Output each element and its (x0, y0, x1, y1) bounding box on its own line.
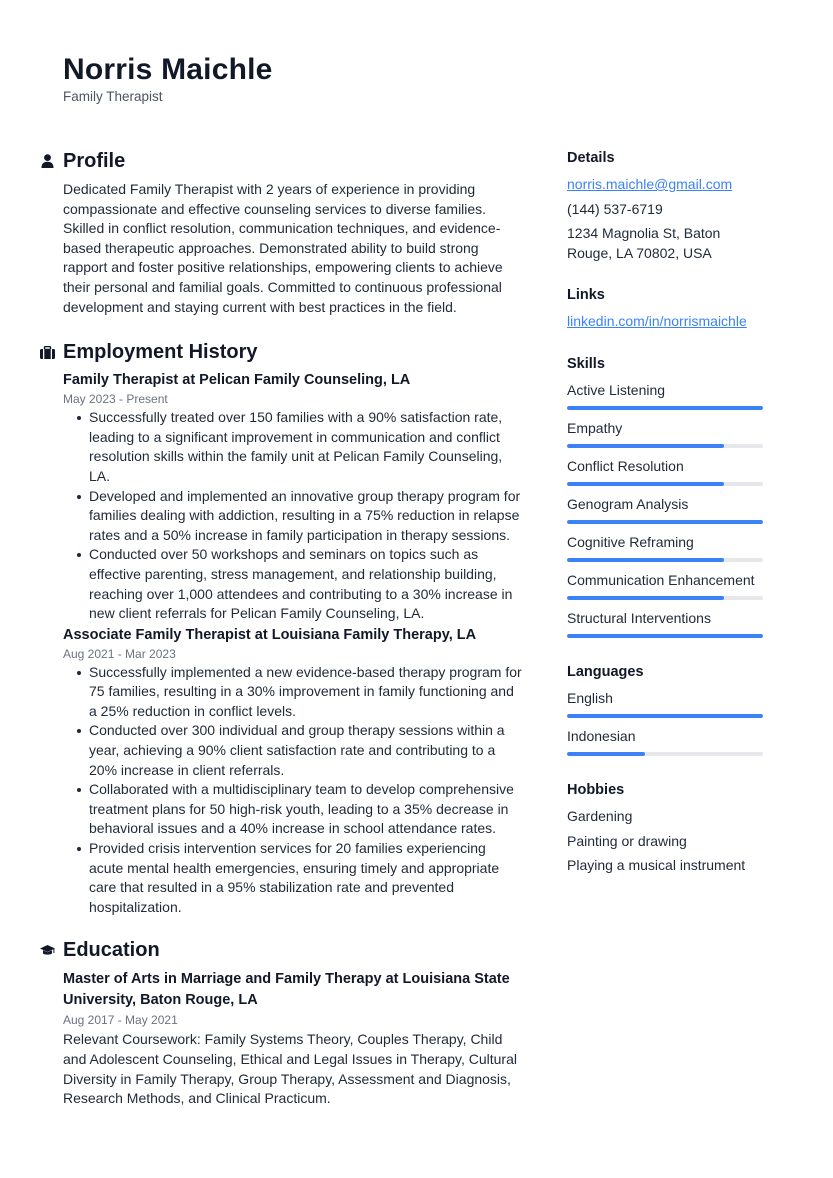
skill-label: Structural Interventions (567, 609, 711, 626)
language-level-bar (567, 713, 763, 718)
skill-level-fill (567, 519, 763, 524)
candidate-title: Family Therapist (63, 89, 163, 104)
hobby-item: Gardening (567, 807, 633, 824)
skill-item: Conflict Resolution (567, 457, 767, 486)
job-bullet: Successfully treated over 150 families w… (75, 408, 523, 486)
email-link[interactable]: norris.maichle@gmail.com (567, 175, 767, 195)
phone-number: (144) 537-6719 (567, 200, 663, 217)
education-section: Education Master of Arts in Marriage and… (39, 937, 523, 1108)
profile-text: Dedicated Family Therapist with 2 years … (63, 181, 503, 315)
job-dates: May 2023 - Present (63, 392, 168, 407)
language-level-fill (567, 713, 763, 718)
language-item: English (567, 689, 767, 718)
hobbies-section: Hobbies Gardening Painting or drawing Pl… (567, 780, 767, 876)
skill-item: Structural Interventions (567, 609, 767, 638)
job-dates: Aug 2021 - Mar 2023 (63, 646, 176, 661)
hobbies-heading: Hobbies (567, 781, 625, 798)
job-bullets: Successfully implemented a new evidence-… (75, 663, 523, 918)
skill-level-bar (567, 633, 763, 638)
language-level-bar (567, 751, 763, 756)
language-item: Indonesian (567, 727, 767, 756)
skill-level-fill (567, 481, 724, 486)
job-entry: Family Therapist at Pelican Family Couns… (63, 370, 523, 624)
skill-level-bar (567, 557, 763, 562)
degree-title: Master of Arts in Marriage and Family Th… (63, 971, 510, 1009)
skill-level-bar (567, 481, 763, 486)
skill-label: Conflict Resolution (567, 457, 684, 474)
main-column: Profile Dedicated Family Therapist with … (39, 148, 523, 1127)
hobby-item: Playing a musical instrument (567, 857, 746, 874)
skill-level-fill (567, 633, 763, 638)
skills-heading: Skills (567, 355, 605, 372)
person-icon (39, 153, 55, 169)
education-heading: Education (63, 939, 160, 962)
job-bullet: Successfully implemented a new evidence-… (75, 663, 523, 722)
address: 1234 Magnolia St, Baton Rouge, LA 70802,… (567, 225, 721, 261)
job-bullets: Successfully treated over 150 families w… (75, 408, 523, 624)
language-label: English (567, 689, 613, 706)
skill-label: Communication Enhancement (567, 571, 755, 588)
job-title: Family Therapist at Pelican Family Couns… (63, 372, 411, 389)
skill-label: Cognitive Reframing (567, 533, 694, 550)
language-label: Indonesian (567, 727, 636, 744)
hobby-item: Painting or drawing (567, 832, 687, 849)
skill-level-fill (567, 443, 724, 448)
job-bullet: Conducted over 300 individual and group … (75, 721, 523, 780)
profile-section: Profile Dedicated Family Therapist with … (41, 148, 523, 317)
skill-item: Genogram Analysis (567, 495, 767, 524)
linkedin-link[interactable]: linkedin.com/in/norrismaichle (567, 312, 767, 332)
education-dates: Aug 2017 - May 2021 (63, 1013, 178, 1028)
skill-label: Empathy (567, 419, 623, 436)
languages-heading: Languages (567, 663, 644, 680)
candidate-name: Norris Maichle (63, 53, 273, 86)
skill-item: Active Listening (567, 381, 767, 410)
job-bullet: Developed and implemented an innovative … (75, 487, 523, 546)
skill-label: Genogram Analysis (567, 495, 689, 512)
profile-heading: Profile (63, 150, 126, 172)
education-description: Relevant Coursework: Family Systems Theo… (63, 1031, 517, 1107)
skill-level-bar (567, 595, 763, 600)
details-section: Details norris.maichle@gmail.com (144) 5… (567, 148, 767, 263)
resume-header: Norris Maichle Family Therapist (63, 52, 273, 106)
skill-item: Communication Enhancement (567, 571, 767, 600)
job-bullet: Collaborated with a multidisciplinary te… (75, 780, 523, 839)
sidebar: Details norris.maichle@gmail.com (144) 5… (567, 148, 767, 898)
skill-level-bar (567, 519, 763, 524)
language-level-fill (567, 751, 646, 756)
job-bullet: Conducted over 50 workshops and seminars… (75, 545, 523, 623)
skill-label: Active Listening (567, 381, 666, 398)
languages-section: Languages English Indonesian (567, 662, 767, 756)
skill-level-fill (567, 557, 724, 562)
briefcase-icon (39, 344, 55, 360)
education-entry: Master of Arts in Marriage and Family Th… (63, 969, 523, 1108)
skill-item: Empathy (567, 419, 767, 448)
skill-level-fill (567, 405, 763, 410)
skill-level-fill (567, 595, 724, 600)
skill-item: Cognitive Reframing (567, 533, 767, 562)
job-entry: Associate Family Therapist at Louisiana … (63, 625, 523, 918)
graduation-cap-icon (39, 942, 55, 958)
job-title: Associate Family Therapist at Louisiana … (63, 626, 477, 643)
job-bullet: Provided crisis intervention services fo… (75, 839, 523, 917)
details-heading: Details (567, 150, 615, 166)
skill-level-bar (567, 405, 763, 410)
employment-section: Employment History Family Therapist at P… (39, 339, 523, 918)
skills-section: Skills Active Listening Empathy Conflict R… (567, 354, 767, 638)
links-heading: Links (567, 287, 605, 304)
employment-heading: Employment History (63, 341, 258, 364)
skill-level-bar (567, 443, 763, 448)
links-section: Links linkedin.com/in/norrismaichle (567, 285, 767, 332)
